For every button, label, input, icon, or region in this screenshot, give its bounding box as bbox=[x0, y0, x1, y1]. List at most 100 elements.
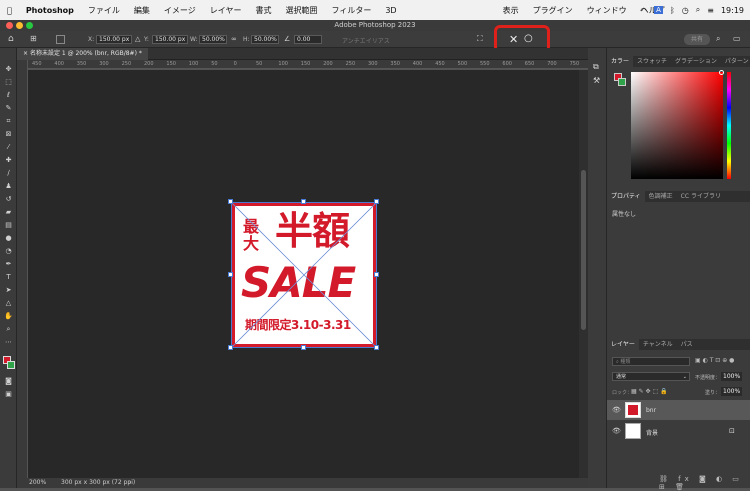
blur-tool-icon[interactable]: ● bbox=[4, 235, 13, 242]
fill-field[interactable]: 100% bbox=[721, 387, 743, 396]
panel-background-swatch[interactable] bbox=[618, 78, 626, 86]
time-machine-icon[interactable]: ◷ bbox=[682, 6, 689, 15]
zoom-window-button[interactable] bbox=[26, 22, 33, 29]
layer-name-bnr[interactable]: bnr bbox=[646, 407, 656, 414]
zoom-tool-icon[interactable]: ⌕ bbox=[4, 326, 13, 333]
layer-row-background[interactable]: 👁 背景 ⊡ bbox=[607, 421, 750, 441]
brush-panel-icon[interactable]: ⚒ bbox=[593, 76, 600, 85]
menu-file[interactable]: ファイル bbox=[81, 5, 127, 16]
w-field[interactable]: 50.00% bbox=[199, 35, 227, 44]
layers-footer-icons[interactable]: ⛓ fx ◙ ◐ ▭ ⊞ 🗑 bbox=[659, 475, 750, 491]
menu-app[interactable]: Photoshop bbox=[19, 6, 81, 15]
tab-patterns[interactable]: パターン bbox=[721, 56, 750, 67]
menu-type[interactable]: 書式 bbox=[248, 5, 278, 16]
scroll-thumb[interactable] bbox=[581, 170, 586, 330]
menu-3d[interactable]: 3D bbox=[378, 6, 403, 15]
share-button[interactable]: 共有 bbox=[684, 34, 710, 45]
path-select-tool-icon[interactable]: ➤ bbox=[4, 287, 13, 294]
tab-adjustments[interactable]: 色調補正 bbox=[645, 191, 677, 202]
workspace-icon[interactable]: ▭ bbox=[733, 34, 741, 43]
layer-name-background[interactable]: 背景 bbox=[646, 428, 658, 437]
eraser-tool-icon[interactable]: ▰ bbox=[4, 209, 13, 216]
color-picker-field[interactable] bbox=[631, 72, 723, 179]
blend-mode-select[interactable]: 通常 ⌄ bbox=[612, 372, 690, 381]
tab-gradients[interactable]: グラデーション bbox=[671, 56, 721, 67]
screen-mode-icon[interactable]: ▣ bbox=[4, 391, 13, 398]
layer-filter-search[interactable]: ⌕ 種類 bbox=[612, 357, 690, 366]
clock[interactable]: 19:19 bbox=[721, 6, 744, 15]
handle-bottom-left[interactable] bbox=[228, 345, 233, 350]
vertical-scrollbar[interactable] bbox=[579, 70, 588, 478]
stamp-tool-icon[interactable]: ♟ bbox=[4, 183, 13, 190]
menu-select[interactable]: 選択範囲 bbox=[278, 5, 324, 16]
zoom-level[interactable]: 200% bbox=[29, 478, 46, 488]
quick-select-tool-icon[interactable]: ✎ bbox=[4, 105, 13, 112]
warp-icon[interactable]: ⛶ bbox=[477, 34, 483, 44]
tab-properties[interactable]: プロパティ bbox=[607, 191, 645, 202]
document-tab[interactable]: × 名称未設定 1 @ 200% (bnr, RGB/8#) * bbox=[17, 48, 148, 60]
antialias-label[interactable]: アンチエイリアス bbox=[342, 36, 390, 45]
tab-channels[interactable]: チャンネル bbox=[639, 339, 677, 350]
handle-right[interactable] bbox=[374, 272, 379, 277]
handle-top-left[interactable] bbox=[228, 199, 233, 204]
crop-tool-icon[interactable]: ⌗ bbox=[4, 118, 13, 125]
tab-layers[interactable]: レイヤー bbox=[607, 339, 639, 350]
input-method-icon[interactable]: A bbox=[654, 6, 663, 14]
delta-icon[interactable]: △ bbox=[135, 35, 140, 43]
tab-color[interactable]: カラー bbox=[607, 56, 634, 67]
menu-window[interactable]: ウィンドウ bbox=[580, 5, 634, 16]
h-field[interactable]: 50.00% bbox=[251, 35, 279, 44]
lock-icons[interactable]: ▦ ✎ ✥ ⬚ 🔒 bbox=[631, 388, 668, 395]
angle-field[interactable]: 0.00 bbox=[294, 35, 322, 44]
bluetooth-icon[interactable]: ᛒ bbox=[670, 6, 675, 15]
gradient-tool-icon[interactable]: ▤ bbox=[4, 222, 13, 229]
search-icon[interactable]: ⌕ bbox=[716, 34, 720, 44]
close-tab-icon[interactable]: × bbox=[23, 50, 30, 57]
brush-tool-icon[interactable]: ∕ bbox=[4, 170, 13, 177]
opacity-field[interactable]: 100% bbox=[721, 372, 743, 381]
visibility-eye-icon[interactable]: 👁 bbox=[612, 406, 621, 414]
handle-left[interactable] bbox=[228, 272, 233, 277]
menu-view[interactable]: 表示 bbox=[496, 5, 526, 16]
healing-tool-icon[interactable]: ✚ bbox=[4, 157, 13, 164]
control-center-icon[interactable]: ≡ bbox=[707, 6, 714, 15]
dodge-tool-icon[interactable]: ◔ bbox=[4, 248, 13, 255]
handle-bottom[interactable] bbox=[301, 345, 306, 350]
pen-tool-icon[interactable]: ✒ bbox=[4, 261, 13, 268]
menu-edit[interactable]: 編集 bbox=[127, 5, 157, 16]
wifi-icon[interactable]: ◠ bbox=[640, 6, 647, 15]
handle-top[interactable] bbox=[301, 199, 306, 204]
menu-image[interactable]: イメージ bbox=[157, 5, 203, 16]
visibility-eye-icon[interactable]: 👁 bbox=[612, 427, 621, 435]
type-tool-icon[interactable]: T bbox=[4, 274, 13, 281]
quick-mask-icon[interactable]: ◙ bbox=[4, 378, 13, 385]
more-tools-icon[interactable]: ⋯ bbox=[4, 339, 13, 346]
hand-tool-icon[interactable]: ✋ bbox=[4, 313, 13, 320]
status-arrow-icon[interactable]: › bbox=[129, 478, 131, 488]
menu-filter[interactable]: フィルター bbox=[324, 5, 378, 16]
search-icon[interactable]: ⌕ bbox=[696, 5, 700, 15]
menu-plugins[interactable]: プラグイン bbox=[526, 5, 580, 16]
move-tool-icon[interactable]: ✥ bbox=[4, 66, 13, 73]
x-field[interactable]: 150.00 px bbox=[96, 35, 132, 44]
background-color-swatch[interactable] bbox=[7, 361, 15, 369]
history-brush-tool-icon[interactable]: ↺ bbox=[4, 196, 13, 203]
home-icon[interactable]: ⌂ bbox=[8, 34, 14, 44]
shape-tool-icon[interactable]: △ bbox=[4, 300, 13, 307]
history-panel-icon[interactable]: ⧉ bbox=[593, 62, 599, 72]
transform-mode-icon[interactable]: ⊞ bbox=[30, 34, 37, 43]
layer-row-bnr[interactable]: 👁 bnr bbox=[607, 400, 750, 420]
tab-swatches[interactable]: スウォッチ bbox=[633, 56, 671, 67]
layer-filter-icons[interactable]: ▣ ◐ T ⊡ ⊕ ● bbox=[695, 357, 734, 364]
reference-point-icon[interactable] bbox=[56, 35, 65, 44]
handle-bottom-right[interactable] bbox=[374, 345, 379, 350]
minimize-window-button[interactable] bbox=[16, 22, 23, 29]
hue-slider[interactable] bbox=[727, 72, 731, 179]
close-window-button[interactable] bbox=[6, 22, 13, 29]
link-icon[interactable]: ∞ bbox=[231, 35, 237, 43]
document-info[interactable]: 300 px x 300 px (72 ppi) bbox=[61, 478, 135, 488]
apple-icon[interactable]:  bbox=[0, 6, 19, 15]
handle-top-right[interactable] bbox=[374, 199, 379, 204]
frame-tool-icon[interactable]: ⊠ bbox=[4, 131, 13, 138]
y-field[interactable]: 150.00 px bbox=[152, 35, 188, 44]
